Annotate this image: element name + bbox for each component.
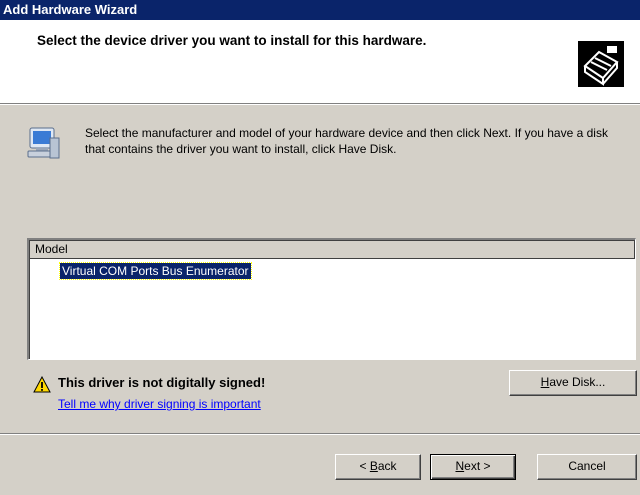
wizard-header: Select the device driver you want to ins… xyxy=(0,20,640,104)
warning-icon xyxy=(33,376,51,393)
have-disk-button[interactable]: Have Disk... xyxy=(509,370,637,396)
model-listbox[interactable]: Model Virtual COM Ports Bus Enumerator xyxy=(27,238,636,360)
header-title: Select the device driver you want to ins… xyxy=(37,33,427,48)
button-divider xyxy=(0,433,640,435)
window-title: Add Hardware Wizard xyxy=(0,0,640,20)
model-list-item[interactable]: Virtual COM Ports Bus Enumerator xyxy=(59,262,252,280)
instruction-text: Select the manufacturer and model of you… xyxy=(85,126,608,156)
warning-text: This driver is not digitally signed! xyxy=(58,375,266,390)
header-divider xyxy=(0,104,640,105)
computer-icon xyxy=(27,127,60,159)
hardware-wizard-icon xyxy=(578,41,624,87)
next-button[interactable]: Next > xyxy=(430,454,516,480)
cancel-button[interactable]: Cancel xyxy=(537,454,637,480)
column-header-model[interactable]: Model xyxy=(30,241,635,259)
back-button[interactable]: < Back xyxy=(335,454,421,480)
driver-signing-link[interactable]: Tell me why driver signing is important xyxy=(58,397,261,411)
